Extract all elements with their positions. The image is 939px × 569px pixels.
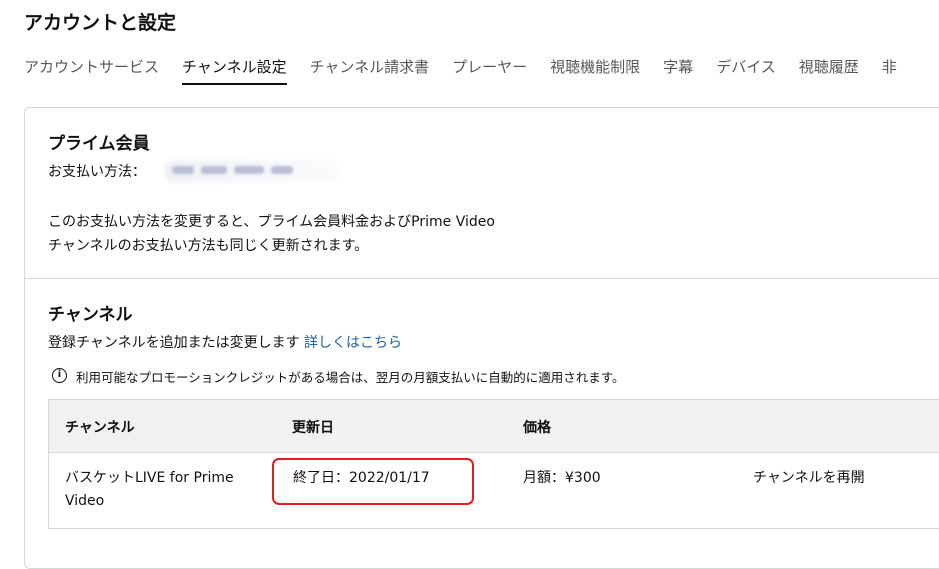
channels-section-title: チャンネル — [48, 305, 133, 325]
tab-account-service[interactable]: アカウントサービス — [24, 56, 159, 85]
tab-subtitles[interactable]: 字幕 — [663, 56, 693, 85]
info-icon: i — [52, 368, 67, 383]
tab-channel-settings[interactable]: チャンネル設定 — [182, 56, 287, 85]
header-renewal: 更新日 — [292, 420, 334, 436]
payment-notice-line2: チャンネルのお支払い方法も同じく更新されます。 — [48, 238, 369, 254]
header-price: 価格 — [523, 420, 551, 436]
section-divider — [25, 278, 939, 279]
prime-section-title: プライム会員 — [48, 134, 150, 154]
header-channel: チャンネル — [65, 420, 135, 436]
resume-channel-link[interactable]: チャンネルを再開 — [753, 467, 865, 490]
channel-name-line1: バスケットLIVE for Prime — [65, 470, 234, 486]
page-title: アカウントと設定 — [24, 12, 177, 34]
payment-notice-line1: このお支払い方法を変更すると、プライム会員料金およびPrime Video — [48, 214, 495, 230]
promo-credit-note: 利用可能なプロモーションクレジットがある場合は、翌月の月額支払いに自動的に適用さ… — [76, 370, 625, 385]
tab-watch-history[interactable]: 視聴履歴 — [799, 56, 859, 85]
channel-price: 月額：¥300 — [523, 470, 601, 486]
details-link[interactable]: 詳しくはこちら — [304, 335, 402, 351]
tab-channel-invoice[interactable]: チャンネル請求書 — [310, 56, 430, 85]
end-date-highlight-box — [272, 458, 474, 505]
tab-truncated[interactable]: 非 — [882, 56, 897, 85]
channels-desc-text: 登録チャンネルを追加または変更します — [48, 335, 300, 351]
channels-description: 登録チャンネルを追加または変更します 詳しくはこちら — [48, 332, 402, 352]
tab-devices[interactable]: デバイス — [716, 56, 776, 85]
channel-name-line2: Video — [65, 493, 105, 509]
channels-table: チャンネル 更新日 価格 バスケットLIVE for Prime Video 終… — [48, 399, 939, 529]
settings-tabs: アカウントサービス チャンネル設定 チャンネル請求書 プレーヤー 視聴機能制限 … — [24, 56, 920, 85]
channel-name: バスケットLIVE for Prime Video — [65, 467, 234, 513]
tab-player[interactable]: プレーヤー — [452, 56, 527, 85]
redacted-payment-text — [172, 166, 293, 174]
tab-parental-controls[interactable]: 視聴機能制限 — [550, 56, 640, 85]
payment-method-label: お支払い方法： — [48, 164, 146, 180]
table-header: チャンネル 更新日 価格 — [49, 400, 939, 453]
